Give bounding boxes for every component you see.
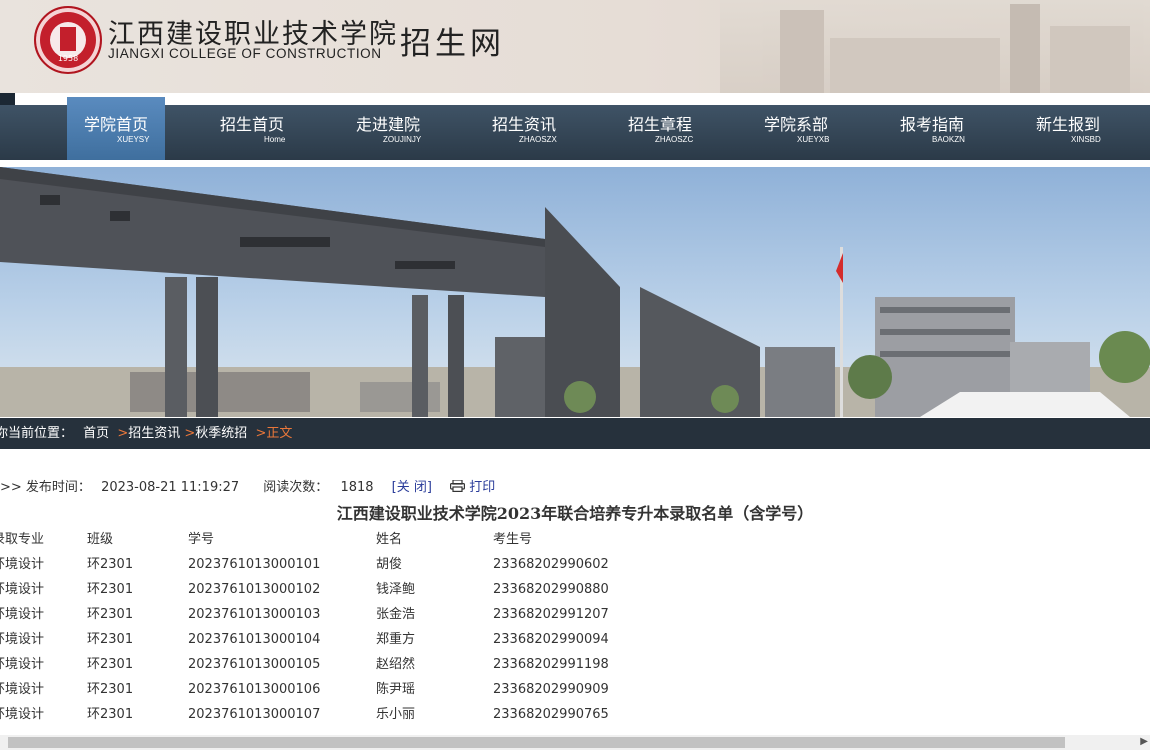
horizontal-scrollbar[interactable]: ▶	[0, 735, 1150, 750]
publish-time: 2023-08-21 11:19:27	[101, 480, 240, 495]
breadcrumb-prefix: 你当前位置：	[0, 426, 74, 441]
cell-class: 环2301	[87, 607, 134, 622]
cell-exam-no: 23368202990765	[493, 707, 609, 722]
cell-major: 环境设计	[0, 657, 45, 672]
cell-class: 环2301	[87, 582, 134, 597]
cell-exam-no: 23368202991198	[493, 657, 609, 672]
cell-student-id: 2023761013000102	[188, 582, 321, 597]
cell-student-id: 2023761013000105	[188, 657, 321, 672]
cell-name: 乐小丽	[376, 707, 416, 722]
header-student-id: 学号	[188, 532, 215, 547]
read-count: 1818	[340, 480, 374, 495]
college-logo[interactable]: 1958	[34, 6, 102, 74]
breadcrumb: 你当前位置： 首页 >招生资讯 >秋季统招 >正文	[0, 418, 1150, 449]
nav-label: 走进建院	[355, 115, 420, 134]
nav-label: 报考指南	[899, 115, 964, 134]
cell-name: 张金浩	[376, 607, 416, 622]
cell-major: 环境设计	[0, 632, 45, 647]
college-name-en: JIANGXI COLLEGE OF CONSTRUCTION	[108, 46, 382, 61]
reads-label: 阅读次数：	[263, 480, 329, 495]
cell-major: 环境设计	[0, 582, 45, 597]
nav-item-about[interactable]: 走进建院 ZOUJINJY	[339, 105, 437, 160]
site-header: 1958 江西建设职业技术学院 JIANGXI COLLEGE OF CONST…	[0, 0, 1150, 93]
site-name: 招生网	[400, 26, 505, 62]
breadcrumb-link-autumn[interactable]: 秋季统招	[195, 426, 247, 441]
nav-sublabel: XINSBD	[1071, 135, 1101, 144]
nav-item-freshman-registration[interactable]: 新生报到 XINSBD	[1019, 105, 1117, 160]
cell-student-id: 2023761013000103	[188, 607, 321, 622]
cell-exam-no: 23368202991207	[493, 607, 609, 622]
nav-sublabel: ZHAOSZX	[519, 135, 557, 144]
breadcrumb-link-admission-news[interactable]: 招生资讯	[128, 426, 180, 441]
cell-class: 环2301	[87, 657, 134, 672]
article-title: 江西建设职业技术学院2023年联合培养专升本录取名单（含学号）	[336, 504, 814, 523]
header-major: 录取专业	[0, 532, 45, 547]
logo-year: 1958	[57, 54, 79, 63]
nav-item-application-guide[interactable]: 报考指南 BAOKZN	[883, 105, 981, 160]
cell-student-id: 2023761013000107	[188, 707, 321, 722]
nav-corner	[0, 93, 15, 105]
header-exam-no: 考生号	[493, 532, 533, 547]
cell-name: 陈尹瑶	[376, 682, 416, 697]
nav-label: 招生资讯	[491, 115, 556, 134]
breadcrumb-separator: >	[184, 426, 196, 441]
cell-major: 环境设计	[0, 557, 45, 572]
nav-item-departments[interactable]: 学院系部 XUEYXB	[747, 105, 845, 160]
nav-sublabel: Home	[264, 135, 286, 144]
nav-sublabel: ZHAOSZC	[655, 135, 694, 144]
cell-major: 环境设计	[0, 682, 45, 697]
header-building-illustration	[720, 0, 1150, 93]
main-nav: 学院首页 XUEYSY 招生首页 Home 走进建院 ZOUJINJY 招生资讯…	[0, 93, 1150, 160]
nav-item-college-home[interactable]: 学院首页 XUEYSY	[67, 97, 165, 160]
close-link[interactable]: [关 闭]	[392, 476, 432, 495]
nav-sublabel: ZOUJINJY	[383, 135, 422, 144]
publish-time-label: >> 发布时间：	[0, 480, 91, 495]
nav-label: 学院系部	[763, 115, 828, 134]
print-button[interactable]: 打印	[450, 476, 495, 495]
nav-item-admission-news[interactable]: 招生资讯 ZHAOSZX	[475, 105, 573, 160]
nav-sublabel: BAOKZN	[932, 135, 965, 144]
nav-sublabel: XUEYSY	[117, 135, 150, 144]
cell-class: 环2301	[87, 682, 134, 697]
cell-exam-no: 23368202990909	[493, 682, 609, 697]
cell-name: 赵绍然	[376, 657, 416, 672]
cell-student-id: 2023761013000104	[188, 632, 321, 647]
printer-icon	[450, 479, 466, 493]
header-class: 班级	[87, 532, 114, 547]
breadcrumb-link-home[interactable]: 首页	[83, 426, 109, 441]
scroll-right-arrow-icon[interactable]: ▶	[1140, 736, 1148, 747]
breadcrumb-separator: >	[255, 426, 267, 441]
cell-exam-no: 23368202990094	[493, 632, 609, 647]
campus-banner-image	[0, 167, 1150, 417]
scrollbar-thumb[interactable]	[8, 737, 1065, 748]
breadcrumb-current: 正文	[266, 426, 293, 441]
print-label: 打印	[469, 480, 496, 495]
cell-exam-no: 23368202990602	[493, 557, 609, 572]
cell-student-id: 2023761013000106	[188, 682, 321, 697]
cell-name: 钱泽鲍	[376, 582, 416, 597]
cell-class: 环2301	[87, 632, 134, 647]
nav-item-admission-home[interactable]: 招生首页 Home	[203, 105, 301, 160]
nav-label: 招生章程	[627, 115, 692, 134]
header-name: 姓名	[376, 532, 403, 547]
cell-class: 环2301	[87, 707, 134, 722]
cell-name: 郑重方	[376, 632, 416, 647]
nav-label: 学院首页	[83, 115, 148, 134]
cell-student-id: 2023761013000101	[188, 557, 321, 572]
breadcrumb-separator: >	[117, 426, 129, 441]
article-meta: >> 发布时间： 2023-08-21 11:19:27 阅读次数： 1818 …	[0, 476, 495, 495]
nav-label: 新生报到	[1035, 115, 1100, 134]
nav-label: 招生首页	[219, 115, 284, 134]
cell-exam-no: 23368202990880	[493, 582, 609, 597]
cell-name: 胡俊	[376, 557, 403, 572]
cell-class: 环2301	[87, 557, 134, 572]
cell-major: 环境设计	[0, 707, 45, 722]
cell-major: 环境设计	[0, 607, 45, 622]
nav-item-admission-rules[interactable]: 招生章程 ZHAOSZC	[611, 105, 709, 160]
nav-sublabel: XUEYXB	[797, 135, 830, 144]
